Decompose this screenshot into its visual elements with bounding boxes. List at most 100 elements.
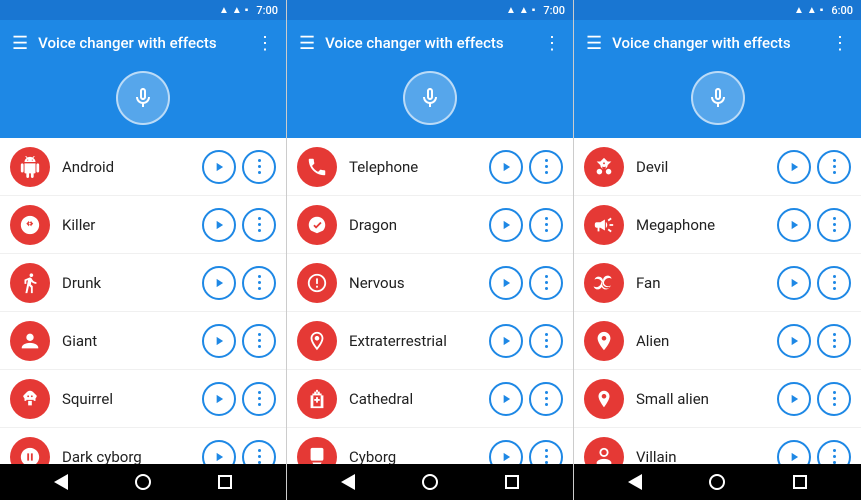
- effect-name: Small alien: [636, 390, 777, 408]
- play-button[interactable]: [489, 440, 523, 465]
- overflow-menu-icon[interactable]: ⋮: [543, 33, 561, 54]
- mic-icon: [706, 86, 730, 110]
- play-button[interactable]: [777, 150, 811, 184]
- more-options-button[interactable]: [529, 208, 563, 242]
- mic-area: [287, 66, 573, 138]
- recents-button[interactable]: [218, 475, 232, 489]
- back-button[interactable]: [341, 474, 355, 490]
- more-options-button[interactable]: [242, 150, 276, 184]
- play-icon: [787, 334, 801, 348]
- effect-icon-circle: [297, 263, 337, 303]
- play-icon: [499, 392, 513, 406]
- more-options-button[interactable]: [242, 440, 276, 465]
- more-options-button[interactable]: [817, 324, 851, 358]
- effect-name: Cyborg: [349, 448, 489, 465]
- more-options-button[interactable]: [242, 266, 276, 300]
- signal-icon: ▲: [506, 5, 516, 16]
- more-options-button[interactable]: [529, 324, 563, 358]
- play-button[interactable]: [489, 266, 523, 300]
- play-button[interactable]: [489, 382, 523, 416]
- list-item: Villain: [574, 428, 861, 464]
- effect-icon-circle: [297, 147, 337, 187]
- bottom-nav: [574, 464, 861, 500]
- home-button[interactable]: [422, 474, 438, 490]
- status-time: 6:00: [831, 4, 853, 17]
- signal-icon: ▲: [219, 5, 229, 16]
- three-dots-icon: [258, 217, 261, 232]
- more-options-button[interactable]: [529, 266, 563, 300]
- more-options-button[interactable]: [242, 382, 276, 416]
- more-options-button[interactable]: [817, 266, 851, 300]
- play-button[interactable]: [202, 324, 236, 358]
- play-button[interactable]: [489, 150, 523, 184]
- effect-name: Telephone: [349, 158, 489, 176]
- back-button[interactable]: [54, 474, 68, 490]
- more-options-button[interactable]: [529, 382, 563, 416]
- effect-icon-circle: [10, 379, 50, 419]
- hamburger-icon[interactable]: ☰: [299, 33, 315, 54]
- effect-icon-circle: [584, 147, 624, 187]
- play-button[interactable]: [202, 382, 236, 416]
- more-options-button[interactable]: [529, 150, 563, 184]
- play-button[interactable]: [777, 324, 811, 358]
- effect-name: Cathedral: [349, 390, 489, 408]
- play-button[interactable]: [777, 440, 811, 465]
- mic-button[interactable]: [116, 71, 170, 125]
- effect-name: Fan: [636, 274, 777, 292]
- play-button[interactable]: [777, 208, 811, 242]
- mic-button[interactable]: [403, 71, 457, 125]
- list-item: Dragon: [287, 196, 573, 254]
- home-button[interactable]: [135, 474, 151, 490]
- back-button[interactable]: [628, 474, 642, 490]
- effect-name: Devil: [636, 158, 777, 176]
- status-time: 7:00: [543, 4, 565, 17]
- effect-icon-circle: [584, 263, 624, 303]
- mic-area: [574, 66, 861, 138]
- play-button[interactable]: [202, 208, 236, 242]
- more-options-button[interactable]: [817, 440, 851, 465]
- home-button[interactable]: [709, 474, 725, 490]
- battery-icon: ▪: [820, 5, 824, 16]
- effect-name: Nervous: [349, 274, 489, 292]
- overflow-menu-icon[interactable]: ⋮: [831, 33, 849, 54]
- more-options-button[interactable]: [817, 208, 851, 242]
- phone-panel-1: ▲ ▲ ▪ 7:00 ☰ Voice changer with effects …: [0, 0, 287, 500]
- play-button[interactable]: [202, 440, 236, 465]
- hamburger-icon[interactable]: ☰: [12, 33, 28, 54]
- phone-panel-2: ▲ ▲ ▪ 7:00 ☰ Voice changer with effects …: [287, 0, 574, 500]
- three-dots-icon: [545, 217, 548, 232]
- recents-button[interactable]: [505, 475, 519, 489]
- app-title: Voice changer with effects: [325, 34, 533, 52]
- play-icon: [212, 276, 226, 290]
- top-bar: ☰ Voice changer with effects ⋮: [574, 20, 861, 66]
- overflow-menu-icon[interactable]: ⋮: [256, 33, 274, 54]
- list-item: Alien: [574, 312, 861, 370]
- hamburger-icon[interactable]: ☰: [586, 33, 602, 54]
- play-icon: [787, 392, 801, 406]
- effect-icon-circle: [584, 379, 624, 419]
- more-options-button[interactable]: [817, 382, 851, 416]
- effect-name: Extraterrestrial: [349, 332, 489, 350]
- effect-icon-circle: [10, 147, 50, 187]
- play-icon: [499, 160, 513, 174]
- play-button[interactable]: [202, 150, 236, 184]
- three-dots-icon: [833, 217, 836, 232]
- play-button[interactable]: [202, 266, 236, 300]
- more-options-button[interactable]: [817, 150, 851, 184]
- play-button[interactable]: [489, 208, 523, 242]
- three-dots-icon: [545, 333, 548, 348]
- more-options-button[interactable]: [242, 324, 276, 358]
- more-options-button[interactable]: [529, 440, 563, 465]
- more-options-button[interactable]: [242, 208, 276, 242]
- effect-name: Android: [62, 158, 202, 176]
- play-button[interactable]: [777, 266, 811, 300]
- effect-list: Telephone Dragon: [287, 138, 573, 464]
- effect-icon-circle: [297, 437, 337, 465]
- effect-icon-circle: [297, 379, 337, 419]
- wifi-icon: ▲: [519, 5, 529, 16]
- effect-icon-circle: [10, 321, 50, 361]
- play-button[interactable]: [777, 382, 811, 416]
- mic-button[interactable]: [691, 71, 745, 125]
- play-button[interactable]: [489, 324, 523, 358]
- recents-button[interactable]: [793, 475, 807, 489]
